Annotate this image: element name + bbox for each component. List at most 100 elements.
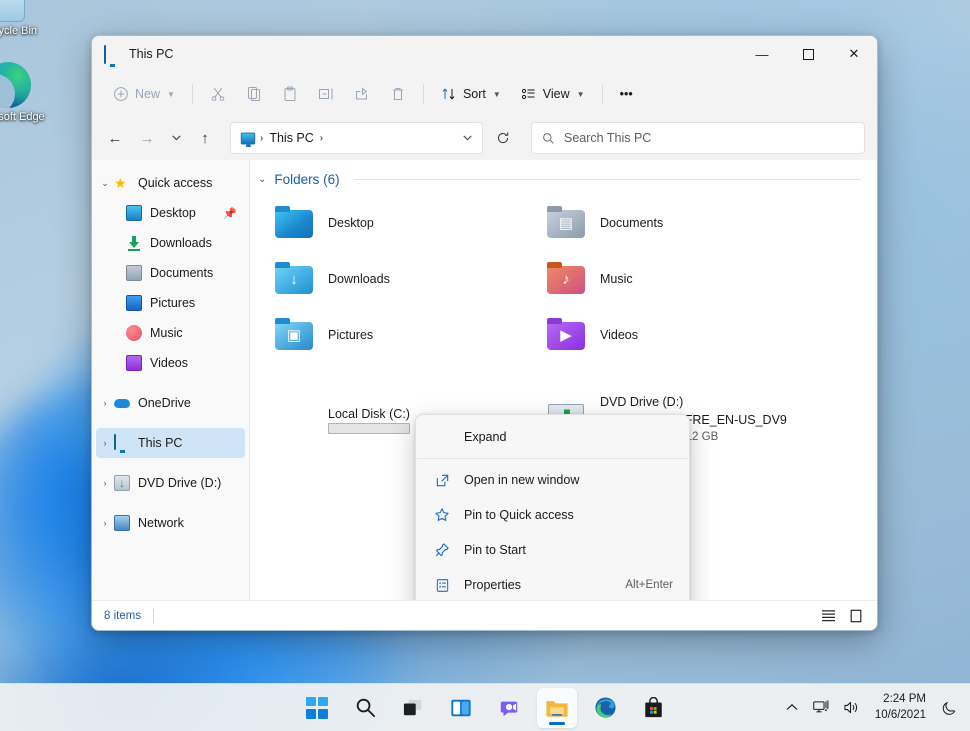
- folder-item-music[interactable]: ♪ Music: [536, 251, 808, 307]
- sidebar-item-downloads[interactable]: › Downloads: [96, 228, 245, 258]
- search-taskbar-button[interactable]: [345, 688, 385, 728]
- twisty-placeholder: ›: [96, 298, 126, 308]
- items-view[interactable]: ⌄ Folders (6) Desktop ▤ Documents: [250, 160, 877, 600]
- this-pc-icon: [114, 435, 130, 451]
- folder-item-videos[interactable]: ▶ Videos: [536, 307, 808, 363]
- context-menu-item-open-in-new-window[interactable]: Open in new window: [420, 463, 685, 497]
- back-button[interactable]: ←: [100, 123, 130, 153]
- address-bar[interactable]: › This PC ›: [230, 122, 483, 154]
- close-button[interactable]: ✕: [831, 36, 877, 72]
- chevron-down-icon[interactable]: ⌄: [96, 178, 114, 189]
- microsoft-store-button[interactable]: [633, 688, 673, 728]
- context-menu-item-accelerator: Alt+Enter: [625, 579, 673, 591]
- desktop-icon-recycle-bin[interactable]: Recycle Bin: [0, 0, 46, 38]
- sidebar-spacer: [92, 418, 249, 428]
- chevron-right-icon[interactable]: ›: [96, 398, 114, 408]
- breadcrumb-this-pc[interactable]: This PC: [267, 131, 315, 145]
- folder-item-label: Downloads: [328, 272, 390, 286]
- taskbar[interactable]: 2:24 PM 10/6/2021: [0, 683, 970, 731]
- pin-icon[interactable]: 📌: [223, 207, 237, 220]
- refresh-icon: [496, 131, 510, 145]
- folder-item-documents[interactable]: ▤ Documents: [536, 195, 808, 251]
- chevron-down-icon: [463, 135, 472, 141]
- twisty-placeholder: ›: [96, 358, 126, 368]
- edge-icon: [0, 62, 31, 108]
- pictures-icon: [126, 295, 142, 311]
- sidebar-spacer: [92, 498, 249, 508]
- context-menu-item-pin-to-start[interactable]: Pin to Start: [420, 533, 685, 567]
- volume-tray-icon[interactable]: [839, 693, 865, 723]
- folder-item-downloads[interactable]: ↓ Downloads: [264, 251, 536, 307]
- file-explorer-button[interactable]: [537, 688, 577, 728]
- view-button-label: View: [543, 87, 570, 101]
- recent-locations-button[interactable]: [164, 123, 188, 153]
- more-options-button[interactable]: •••: [611, 78, 642, 110]
- forward-button[interactable]: →: [132, 123, 162, 153]
- navigation-pane[interactable]: ⌄ ★ Quick access › Desktop 📌 › Downloads…: [92, 160, 250, 600]
- start-button[interactable]: [297, 688, 337, 728]
- chevron-right-icon[interactable]: ›: [96, 478, 114, 488]
- toolbar-separator: [602, 84, 603, 104]
- desktop-icon-microsoft-edge[interactable]: Microsoft Edge: [0, 62, 46, 124]
- this-pc-monitor-icon: [241, 132, 255, 144]
- up-button[interactable]: ↑: [190, 123, 220, 153]
- group-header-folders[interactable]: ⌄ Folders (6): [250, 160, 877, 191]
- context-menu-item-expand[interactable]: Expand: [420, 420, 685, 454]
- task-view-button[interactable]: [393, 688, 433, 728]
- show-hidden-icons-button[interactable]: [779, 693, 805, 723]
- context-menu-item-label: Pin to Start: [464, 543, 526, 557]
- sidebar-item-quick-access[interactable]: ⌄ ★ Quick access: [96, 168, 245, 198]
- sidebar-item-network[interactable]: › Network: [96, 508, 245, 538]
- minimize-button[interactable]: —: [739, 36, 785, 72]
- widgets-button[interactable]: [441, 688, 481, 728]
- sidebar-item-desktop[interactable]: › Desktop 📌: [96, 198, 245, 228]
- address-dropdown-button[interactable]: [457, 133, 478, 143]
- sidebar-item-dvd-drive[interactable]: › DVD Drive (D:): [96, 468, 245, 498]
- search-input[interactable]: Search This PC: [564, 131, 651, 145]
- chat-button[interactable]: [489, 688, 529, 728]
- sidebar-item-videos[interactable]: › Videos: [96, 348, 245, 378]
- folder-videos-icon: ▶: [546, 318, 586, 352]
- notifications-icon[interactable]: [936, 693, 962, 723]
- sort-button[interactable]: Sort ▼: [432, 78, 510, 110]
- search-box[interactable]: Search This PC: [531, 122, 865, 154]
- chevron-down-icon[interactable]: ⌄: [258, 174, 266, 185]
- large-icons-view-icon[interactable]: [847, 607, 865, 625]
- view-icon: [521, 86, 537, 102]
- moon-icon: [942, 700, 957, 716]
- rename-icon: [318, 86, 334, 102]
- context-menu-separator: [417, 458, 688, 459]
- paste-button[interactable]: [273, 78, 307, 110]
- sidebar-item-documents[interactable]: › Documents: [96, 258, 245, 288]
- sidebar-item-this-pc[interactable]: › This PC: [96, 428, 245, 458]
- context-menu-item-properties[interactable]: Properties Alt+Enter: [420, 568, 685, 600]
- sidebar-item-music[interactable]: › Music: [96, 318, 245, 348]
- plus-circle-icon: [113, 86, 129, 102]
- new-button[interactable]: New ▼: [104, 78, 184, 110]
- folder-item-pictures[interactable]: ▣ Pictures: [264, 307, 536, 363]
- context-menu-item-pin-to-quick-access[interactable]: Pin to Quick access: [420, 498, 685, 532]
- details-view-icon[interactable]: [819, 607, 837, 625]
- title-bar[interactable]: This PC — ✕: [92, 36, 877, 72]
- copy-button[interactable]: [237, 78, 271, 110]
- network-tray-icon[interactable]: [809, 693, 835, 723]
- file-explorer-window[interactable]: This PC — ✕ New ▼: [91, 35, 878, 631]
- share-button[interactable]: [345, 78, 379, 110]
- folder-documents-icon: ▤: [546, 206, 586, 240]
- maximize-button[interactable]: [785, 36, 831, 72]
- microsoft-edge-button[interactable]: [585, 688, 625, 728]
- rename-button[interactable]: [309, 78, 343, 110]
- sidebar-item-pictures[interactable]: › Pictures: [96, 288, 245, 318]
- folder-item-desktop[interactable]: Desktop: [264, 195, 536, 251]
- cut-button[interactable]: [201, 78, 235, 110]
- drive-name: DVD Drive (D:): [600, 393, 787, 411]
- system-tray: 2:24 PM 10/6/2021: [779, 692, 962, 723]
- refresh-button[interactable]: [487, 122, 519, 154]
- chevron-right-icon[interactable]: ›: [96, 438, 114, 448]
- sidebar-item-onedrive[interactable]: › OneDrive: [96, 388, 245, 418]
- delete-button[interactable]: [381, 78, 415, 110]
- view-button[interactable]: View ▼: [512, 78, 594, 110]
- chevron-right-icon[interactable]: ›: [96, 518, 114, 528]
- clock[interactable]: 2:24 PM 10/6/2021: [869, 692, 932, 723]
- context-menu[interactable]: Expand Open in new window: [415, 414, 690, 600]
